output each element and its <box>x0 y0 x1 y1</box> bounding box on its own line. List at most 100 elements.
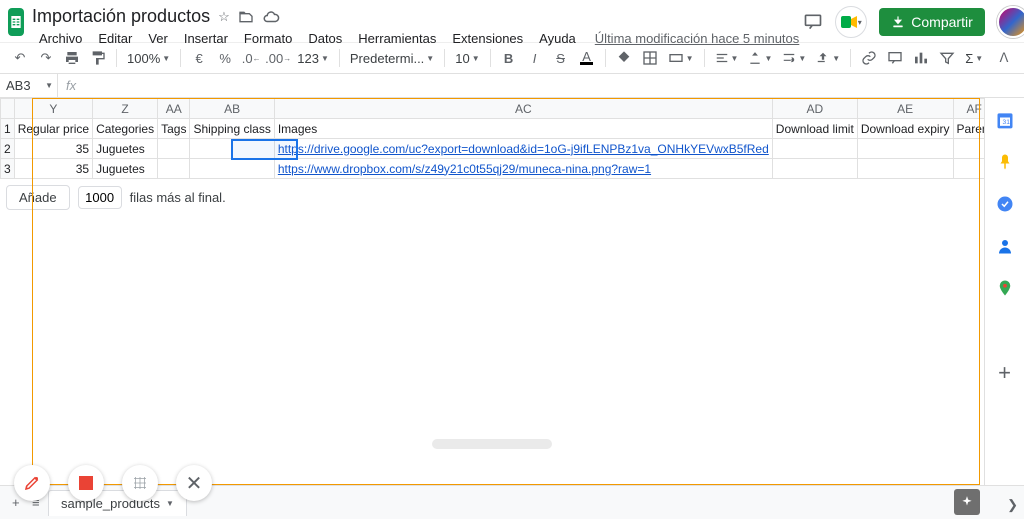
explore-button[interactable] <box>954 489 980 515</box>
cell[interactable]: Parent <box>953 119 984 139</box>
fill-color-button[interactable] <box>612 46 636 70</box>
table-row: 335Juguetes https://www.dropbox.com/s/z49… <box>1 159 985 179</box>
contacts-icon[interactable] <box>995 236 1015 256</box>
col-header-AD[interactable]: AD <box>772 99 857 119</box>
cell[interactable]: Tags <box>158 119 190 139</box>
undo-button[interactable]: ↶ <box>8 46 32 70</box>
cell[interactable] <box>158 159 190 179</box>
text-rotation-dropdown[interactable]: ▼ <box>812 51 844 65</box>
document-title[interactable]: Importación productos <box>32 6 210 27</box>
cell-link[interactable]: https://drive.google.com/uc?export=downl… <box>278 142 769 156</box>
cell[interactable]: Juguetes <box>93 159 158 179</box>
percent-button[interactable]: % <box>213 46 237 70</box>
filter-button[interactable] <box>935 46 959 70</box>
meet-button[interactable]: ▾ <box>835 6 867 38</box>
col-header-AB[interactable]: AB <box>190 99 274 119</box>
decrease-decimal-button[interactable]: .0← <box>239 46 263 70</box>
vertical-align-dropdown[interactable]: ▼ <box>744 51 776 65</box>
col-header-AA[interactable]: AA <box>158 99 190 119</box>
col-header-AF[interactable]: AF <box>953 99 984 119</box>
cell[interactable]: Shipping class <box>190 119 274 139</box>
floating-tools: ✕ <box>14 465 212 501</box>
annotate-grid-button[interactable] <box>122 465 158 501</box>
cell[interactable]: Regular price <box>14 119 92 139</box>
name-box[interactable]: AB3▼ <box>0 74 58 97</box>
cell[interactable] <box>857 159 953 179</box>
menu-ver[interactable]: Ver <box>141 29 175 48</box>
add-rows-count-input[interactable] <box>78 186 122 209</box>
sheets-logo[interactable] <box>8 8 24 36</box>
account-avatar[interactable] <box>997 6 1024 38</box>
horizontal-scrollbar[interactable] <box>432 439 552 449</box>
cell[interactable]: Download limit <box>772 119 857 139</box>
cell[interactable]: 35 <box>14 139 92 159</box>
zoom-dropdown[interactable]: 100%▼ <box>123 51 174 66</box>
maps-icon[interactable] <box>995 278 1015 298</box>
row-header-1[interactable]: 1 <box>1 119 15 139</box>
row-header-3[interactable]: 3 <box>1 159 15 179</box>
tasks-icon[interactable] <box>995 194 1015 214</box>
cell[interactable] <box>190 139 274 159</box>
row-header-2[interactable]: 2 <box>1 139 15 159</box>
font-size-dropdown[interactable]: 10▼ <box>451 51 483 66</box>
formula-input[interactable] <box>84 74 1024 97</box>
add-rows-button[interactable]: Añade <box>6 185 70 210</box>
functions-dropdown[interactable]: Σ▼ <box>961 51 987 66</box>
comments-icon[interactable] <box>803 12 823 32</box>
star-icon[interactable]: ☆ <box>218 9 230 25</box>
cell[interactable]: https://drive.google.com/uc?export=downl… <box>274 139 772 159</box>
increase-decimal-button[interactable]: .00→ <box>265 46 291 70</box>
insert-link-button[interactable] <box>857 46 881 70</box>
text-wrap-dropdown[interactable]: ▼ <box>778 51 810 65</box>
horizontal-align-dropdown[interactable]: ▼ <box>711 51 743 65</box>
annotate-rect-button[interactable] <box>68 465 104 501</box>
cell[interactable] <box>953 139 984 159</box>
addons-plus-button[interactable]: + <box>998 360 1011 386</box>
select-all-corner[interactable] <box>1 99 15 119</box>
collapse-toolbar-button[interactable]: ᐱ <box>992 46 1016 70</box>
currency-button[interactable]: € <box>187 46 211 70</box>
cell[interactable] <box>158 139 190 159</box>
share-button[interactable]: Compartir <box>879 8 984 36</box>
side-panel-toggle[interactable]: ❯ <box>1007 497 1018 513</box>
italic-button[interactable]: I <box>523 46 547 70</box>
cell[interactable]: 35 <box>14 159 92 179</box>
annotate-pen-button[interactable] <box>14 465 50 501</box>
insert-chart-button[interactable] <box>909 46 933 70</box>
cell[interactable]: Categories <box>93 119 158 139</box>
cell[interactable] <box>857 139 953 159</box>
redo-button[interactable]: ↷ <box>34 46 58 70</box>
borders-button[interactable] <box>638 46 662 70</box>
bold-button[interactable]: B <box>497 46 521 70</box>
cell[interactable] <box>190 159 274 179</box>
cell[interactable]: Juguetes <box>93 139 158 159</box>
insert-comment-button[interactable] <box>883 46 907 70</box>
font-family-dropdown[interactable]: Predetermi...▼ <box>346 51 438 66</box>
cell[interactable]: https://www.dropbox.com/s/z49y21c0t55qj2… <box>274 159 772 179</box>
calendar-icon[interactable]: 31 <box>995 110 1015 130</box>
col-header-Y[interactable]: Y <box>14 99 92 119</box>
strike-button[interactable]: S <box>549 46 573 70</box>
cell[interactable]: Images <box>274 119 772 139</box>
move-icon[interactable] <box>238 9 254 25</box>
cell[interactable] <box>772 159 857 179</box>
number-format-dropdown[interactable]: 123▼ <box>293 51 333 66</box>
annotate-close-button[interactable]: ✕ <box>176 465 212 501</box>
col-header-Z[interactable]: Z <box>93 99 158 119</box>
cell[interactable] <box>953 159 984 179</box>
col-header-AC[interactable]: AC <box>274 99 772 119</box>
text-color-button[interactable]: A <box>575 46 599 70</box>
keep-icon[interactable] <box>995 152 1015 172</box>
spreadsheet-grid[interactable]: YZAAABACADAEAFAGAH1Regular priceCategori… <box>0 98 984 485</box>
cell[interactable] <box>772 139 857 159</box>
menu-herramientas[interactable]: Herramientas <box>351 29 443 48</box>
merge-cells-dropdown[interactable]: ▼ <box>664 50 698 66</box>
cell-link[interactable]: https://www.dropbox.com/s/z49y21c0t55qj2… <box>278 162 651 176</box>
cloud-status-icon[interactable] <box>262 8 280 26</box>
side-panel: 31 + <box>984 98 1024 485</box>
print-button[interactable] <box>60 46 84 70</box>
col-header-AE[interactable]: AE <box>857 99 953 119</box>
cell[interactable]: Download expiry <box>857 119 953 139</box>
menu-datos[interactable]: Datos <box>301 29 349 48</box>
paint-format-button[interactable] <box>86 46 110 70</box>
